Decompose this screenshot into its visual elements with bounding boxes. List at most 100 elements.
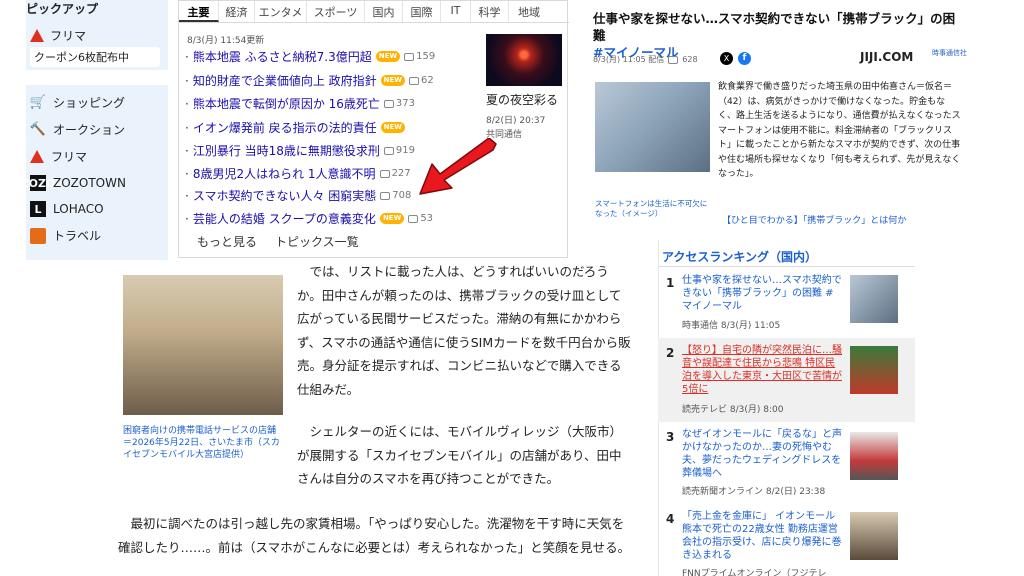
ranking-item[interactable]: 3 なぜイオンモールに「戻るな」と声かけなかったのか…妻の死悔やむ夫、夢だったウ…: [658, 426, 915, 504]
service-shopping[interactable]: 🛒 ショッピング: [30, 94, 125, 111]
comment-count: 159: [416, 51, 436, 62]
rank-thumbnail: [850, 346, 898, 394]
jiji-photo-caption: スマートフォンは生活に不可欠になった（イメージ）: [595, 199, 708, 218]
zozo-icon: ZOZO: [20, 175, 56, 191]
comment-count: 227: [391, 168, 411, 179]
access-ranking-title: アクセスランキング（国内）: [662, 250, 818, 264]
article-paragraph-1: では、リストに載った人は、どうすればいいのだろうか。田中さんが頼ったのは、携帯ブ…: [297, 264, 631, 397]
news-item-highlighted[interactable]: · スマホ契約できない人々 困窮実態 708: [185, 187, 411, 204]
rank-title: 【怒り】自宅の隣が突然民泊に…騒音や誤配達で住民から悲鳴 特区民泊を導入した東京…: [682, 345, 842, 395]
coupon-banner[interactable]: クーポン6枚配布中: [30, 47, 160, 67]
suitcase-icon: [30, 227, 46, 244]
flea-market-icon: [30, 150, 44, 163]
news-item-title: 芸能人の結婚 スクープの意義変化: [192, 212, 376, 226]
rank-number: 1: [666, 276, 675, 290]
tab-domestic[interactable]: 国内: [365, 1, 403, 22]
ranking-item[interactable]: 4 「売上金を金庫に」 イオンモール熊本で死亡の22歳女性 勤務店運営会社の指示…: [658, 508, 915, 576]
comment-count: 708: [392, 190, 412, 201]
feature-caption[interactable]: 夏の夜空彩る: [486, 91, 558, 108]
news-item-title: 江別暴行 当時18歳に無期懲役求刑: [192, 144, 380, 158]
service-label: トラベル: [53, 229, 102, 243]
news-footer-links: もっと見る トピックス一覧: [197, 233, 359, 250]
facebook-share-icon[interactable]: f: [738, 52, 751, 65]
service-label: ショッピング: [53, 96, 126, 110]
tab-main[interactable]: 主要: [179, 1, 219, 22]
service-furima[interactable]: フリマ: [30, 148, 87, 165]
jiji-meta: 8/3(月) 11:05 配信 628: [593, 54, 698, 65]
news-item-title: 8歳男児2人はねられ 1人意識不明: [192, 167, 376, 181]
pickup-furima-label: フリマ: [50, 29, 87, 43]
topics-list-link[interactable]: トピックス一覧: [275, 233, 359, 250]
smartphone-photo: [595, 82, 710, 172]
x-share-icon[interactable]: X: [720, 52, 733, 65]
service-auction[interactable]: 🔨 オークション: [30, 121, 125, 138]
news-tabs: 主要 経済 エンタメ スポーツ 国内 国際 IT 科学 地域: [179, 1, 569, 23]
red-arrow-annotation: [419, 138, 497, 195]
fireworks-thumbnail[interactable]: [486, 34, 562, 86]
rank-thumbnail: [850, 512, 898, 560]
jiji-logo-sub: 時事通信社: [932, 49, 967, 57]
new-badge: NEW: [380, 75, 406, 86]
service-label: フリマ: [51, 150, 88, 164]
rank-title: 仕事や家を探せない…スマホ契約できない「携帯ブラック」の困難 #マイノーマル: [682, 275, 842, 312]
cart-icon: 🛒: [29, 95, 47, 110]
comment-count: 53: [420, 213, 434, 224]
pickup-furima-link[interactable]: フリマ: [30, 27, 86, 44]
tab-economy[interactable]: 経済: [219, 1, 255, 22]
tab-international[interactable]: 国際: [403, 1, 441, 22]
tab-entertainment[interactable]: エンタメ: [255, 1, 307, 22]
lohaco-icon: L: [30, 201, 46, 217]
comment-count: 373: [395, 98, 416, 109]
more-link[interactable]: もっと見る: [197, 233, 257, 250]
service-label: オークション: [53, 123, 126, 137]
new-badge: NEW: [379, 213, 405, 224]
ranking-item[interactable]: 1 仕事や家を探せない…スマホ契約できない「携帯ブラック」の困難 #マイノーマル…: [658, 272, 915, 334]
rank-source: 読売新聞オンライン 8/2(日) 23:38: [682, 487, 826, 497]
jiji-article-body: 飲食業界で働き盛りだった埼玉県の田中佑喜さん＝仮名＝（42）は、病気がきっかけで…: [718, 82, 961, 179]
tab-it[interactable]: IT: [441, 1, 471, 22]
news-item[interactable]: · 知的財産で企業価値向上 政府指針 NEW 62: [185, 72, 434, 89]
news-item[interactable]: · 江別暴行 当時18歳に無期懲役求刑 919: [185, 142, 415, 159]
news-item[interactable]: · イオン爆発前 戻る指示の法的責任 NEW: [185, 119, 406, 136]
service-label: ZOZOTOWN: [53, 176, 126, 190]
rank-source: 読売テレビ 8/3(月) 8:00: [682, 405, 784, 415]
rank-thumbnail: [850, 275, 898, 323]
news-item[interactable]: · 8歳男児2人はねられ 1人意識不明 227: [185, 165, 411, 182]
pickup-title: ピックアップ: [26, 2, 99, 16]
tab-science[interactable]: 科学: [471, 1, 509, 22]
jiji-related-link[interactable]: 【ひと目でわかる】「携帯ブラック」とは何か: [722, 213, 906, 226]
jiji-comment-count: 628: [682, 55, 698, 64]
comment-icon: [404, 52, 415, 61]
comment-icon: [383, 99, 394, 108]
tab-local[interactable]: 地域: [509, 1, 549, 22]
tab-sports[interactable]: スポーツ: [307, 1, 365, 22]
comment-icon: [380, 191, 391, 200]
rank-number: 2: [666, 346, 675, 360]
comment-count: 919: [395, 145, 416, 156]
service-lohaco[interactable]: L LOHACO: [30, 201, 104, 217]
new-badge: NEW: [375, 51, 401, 62]
news-item[interactable]: · 熊本地震で転倒が原因か 16歳死亡 373: [185, 95, 415, 112]
divider: [658, 266, 915, 267]
news-item-title: イオン爆発前 戻る指示の法的責任: [192, 121, 377, 135]
shop-photo-caption: 困窮者向けの携帯電話サービスの店舗＝2026年5月22日、さいたま市（スカイセブ…: [123, 426, 280, 460]
rank-title: 「売上金を金庫に」 イオンモール熊本で死亡の22歳女性 勤務店運営会社の指示受け…: [682, 511, 842, 561]
hammer-icon: 🔨: [29, 122, 47, 137]
rank-thumbnail: [850, 432, 898, 480]
comment-icon: [383, 146, 394, 155]
news-item[interactable]: · 熊本地震 ふるさと納税7.3億円超 NEW 159: [185, 48, 435, 65]
service-zozotown[interactable]: ZOZO ZOZOTOWN: [20, 175, 126, 191]
jiji-title-text: 仕事や家を探せない…スマホ契約できない「携帯ブラック」の困難: [593, 11, 956, 43]
jiji-logo: JIJI.COM: [860, 50, 914, 64]
comment-icon: [409, 76, 420, 85]
news-item-title: スマホ契約できない人々 困窮実態: [192, 189, 377, 203]
news-item-title: 熊本地震で転倒が原因か 16歳死亡: [192, 97, 380, 111]
rank-number: 4: [666, 512, 675, 526]
feature-date: 8/2(日) 20:37: [486, 116, 546, 126]
news-item[interactable]: · 芸能人の結婚 スクープの意義変化 NEW 53: [185, 210, 433, 227]
rank-source: 時事通信 8/3(月) 11:05: [682, 321, 781, 331]
service-label: LOHACO: [53, 202, 104, 216]
ranking-item-highlighted[interactable]: 2 【怒り】自宅の隣が突然民泊に…騒音や誤配達で住民から悲鳴 特区民泊を導入した…: [658, 338, 915, 422]
news-updated-time: 8/3(月) 11:54更新: [187, 36, 265, 46]
service-travel[interactable]: トラベル: [30, 227, 101, 244]
